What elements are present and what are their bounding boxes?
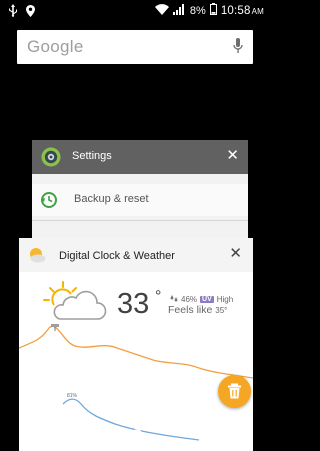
feels-like: Feels like 35° — [168, 304, 227, 316]
status-right-icons: 8% 10:58AM — [154, 3, 264, 18]
graph-label: 81% — [67, 393, 78, 399]
google-search-label: Google — [27, 37, 84, 56]
location-pin-icon — [26, 4, 35, 22]
settings-gear-icon — [41, 147, 61, 167]
wifi-icon — [154, 3, 169, 18]
degree-symbol: ° — [155, 288, 162, 305]
divider — [32, 220, 248, 221]
uv-badge: UV — [200, 295, 214, 303]
clock-ampm: AM — [251, 6, 264, 16]
usb-icon — [8, 4, 18, 22]
recent-app-card-settings[interactable]: Settings ✕ Backup & reset — [32, 140, 248, 245]
temperature-line — [19, 325, 253, 379]
weather-card-title: Digital Clock & Weather — [59, 250, 175, 262]
humidity-icon — [170, 294, 178, 304]
close-weather-button[interactable]: ✕ — [229, 246, 242, 261]
settings-card-title: Settings — [72, 150, 112, 162]
current-temperature: 33 — [117, 288, 150, 320]
marker-cap — [51, 324, 59, 327]
weather-app-icon — [28, 247, 46, 268]
humidity-value: 46% — [181, 294, 198, 304]
mic-icon[interactable] — [233, 38, 243, 60]
status-left-icons — [8, 4, 35, 22]
clock-time: 10:58 — [220, 4, 251, 17]
google-search-bar[interactable]: Google — [17, 30, 253, 64]
settings-card-header: Settings ✕ — [32, 140, 248, 174]
backup-restore-icon — [40, 191, 58, 214]
signal-icon — [172, 3, 186, 18]
close-settings-button[interactable]: ✕ — [226, 148, 239, 163]
feels-like-label: Feels like — [168, 304, 213, 316]
backup-reset-label: Backup & reset — [74, 193, 149, 205]
navigation-bar — [0, 418, 270, 451]
clock: 10:58AM — [221, 5, 264, 17]
weather-meta: 46% UV High — [170, 294, 233, 304]
feels-like-value: 35° — [215, 306, 228, 315]
trash-fab-button[interactable] — [218, 375, 251, 408]
weather-card-header: Digital Clock & Weather ✕ — [19, 238, 253, 272]
battery-icon — [209, 3, 217, 18]
partly-cloudy-icon — [42, 281, 108, 326]
settings-backup-row: Backup & reset — [32, 184, 248, 216]
home-icon[interactable] — [131, 428, 143, 446]
status-bar: 8% 10:58AM — [0, 0, 270, 22]
back-icon[interactable] — [60, 426, 72, 446]
battery-percent: 8% — [189, 4, 206, 17]
recents-icon[interactable] — [204, 429, 215, 447]
uv-level: High — [216, 294, 234, 304]
